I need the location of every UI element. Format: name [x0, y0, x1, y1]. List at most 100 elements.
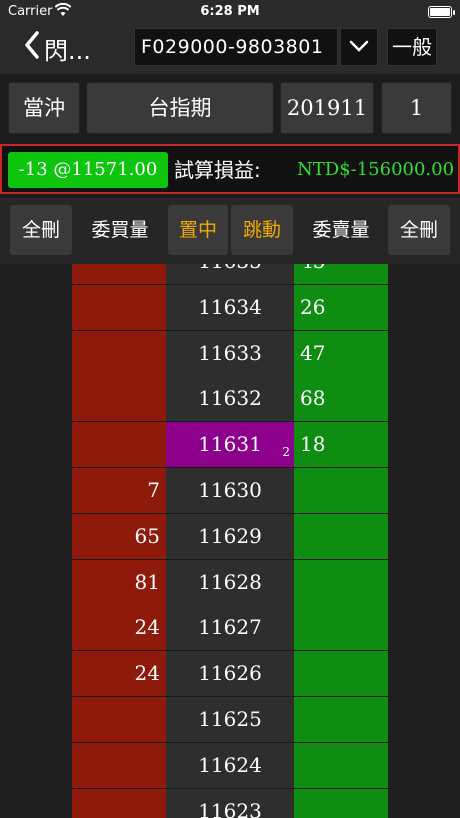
bid-order-cell[interactable] [0, 559, 72, 605]
price-cell: 11631 2 [166, 422, 294, 468]
ask-qty-cell[interactable] [294, 697, 388, 742]
price-cell: 11632 [166, 376, 294, 422]
bid-order-cell[interactable] [0, 605, 72, 651]
ask-order-cell[interactable] [388, 284, 460, 330]
bid-order-cell[interactable] [0, 264, 72, 284]
bid-order-cell[interactable] [0, 422, 72, 468]
ladder-row: 65 11629 [0, 513, 460, 559]
ask-qty-cell[interactable] [294, 468, 388, 513]
ask-order-cell[interactable] [388, 376, 460, 422]
price-cell: 11623 [166, 788, 294, 818]
ask-qty-cell[interactable] [294, 605, 388, 651]
price-cell: 11624 [166, 742, 294, 788]
general-mode-button[interactable]: 一般 [387, 28, 437, 66]
position-summary[interactable]: -13 @11571.00 [8, 152, 168, 188]
center-button[interactable]: 置中 [168, 205, 228, 255]
delete-all-asks-button[interactable]: 全刪 [388, 205, 450, 255]
ask-order-cell[interactable] [388, 651, 460, 697]
back-button[interactable]: 閃... [24, 31, 91, 65]
ladder-row: 11631 2 18 [0, 422, 460, 468]
bid-qty-cell[interactable] [72, 788, 166, 818]
bid-qty-header: 委買量 [91, 219, 149, 241]
ask-qty-cell[interactable]: 68 [294, 376, 388, 422]
ladder-row: 7 11630 [0, 468, 460, 513]
ladder-row: 81 11628 [0, 559, 460, 605]
status-bar: Carrier 6:28 PM [0, 0, 460, 24]
ask-qty-cell[interactable] [294, 559, 388, 605]
ask-qty-cell[interactable] [294, 651, 388, 697]
ask-order-cell[interactable] [388, 513, 460, 559]
product-selector[interactable]: 台指期 [86, 82, 274, 134]
ask-order-cell[interactable] [388, 697, 460, 742]
bid-qty-cell[interactable] [72, 697, 166, 742]
pl-label: 試算損益: [174, 158, 261, 182]
chevron-left-icon [24, 31, 44, 65]
bid-qty-cell[interactable] [72, 264, 166, 284]
ask-qty-cell[interactable]: 26 [294, 284, 388, 330]
contract-month-selector[interactable]: 201911 [280, 82, 374, 134]
ladder-row: 11625 [0, 697, 460, 742]
bid-qty-cell[interactable] [72, 376, 166, 422]
ask-qty-cell[interactable]: 47 [294, 330, 388, 376]
price-cell: 11630 [166, 468, 294, 513]
price-cell: 11626 [166, 651, 294, 697]
bid-qty-cell[interactable]: 7 [72, 468, 166, 513]
bid-qty-cell[interactable] [72, 422, 166, 468]
ladder-row: 24 11627 [0, 605, 460, 651]
bid-order-cell[interactable] [0, 788, 72, 818]
clock: 6:28 PM [200, 4, 260, 19]
ask-qty-cell[interactable]: 45 [294, 264, 388, 284]
bid-qty-cell[interactable]: 81 [72, 559, 166, 605]
day-trade-button[interactable]: 當沖 [8, 82, 80, 134]
ask-order-cell[interactable] [388, 330, 460, 376]
ladder-row: 11633 47 [0, 330, 460, 376]
ask-qty-cell[interactable] [294, 742, 388, 788]
pl-value: NTD$-156000.00 [297, 159, 455, 180]
bid-qty-cell[interactable]: 65 [72, 513, 166, 559]
ask-qty-cell[interactable]: 18 [294, 422, 388, 468]
price-cell: 11627 [166, 605, 294, 651]
ask-order-cell[interactable] [388, 742, 460, 788]
ladder-row: 11634 26 [0, 284, 460, 330]
ask-order-cell[interactable] [388, 264, 460, 284]
bid-order-cell[interactable] [0, 513, 72, 559]
battery-icon [428, 6, 455, 18]
price-ladder: 1163545116342611633471163268116312187116… [0, 264, 460, 818]
ask-order-cell[interactable] [388, 605, 460, 651]
nav-bar: 閃... F029000-9803801 一般 [0, 24, 460, 74]
ladder-row: 1163545 [0, 264, 460, 284]
ask-order-cell[interactable] [388, 559, 460, 605]
ask-qty-cell[interactable] [294, 788, 388, 818]
ladder-header: 全刪 委買量 置中 跳動 委賣量 全刪 [0, 198, 460, 264]
account-dropdown-button[interactable] [340, 28, 378, 66]
price-cell: 11634 [166, 284, 294, 330]
ask-qty-header: 委賣量 [312, 219, 370, 241]
bid-order-cell[interactable] [0, 697, 72, 742]
ladder-row: 11624 [0, 742, 460, 788]
chevron-down-icon [349, 38, 369, 57]
bid-qty-cell[interactable]: 24 [72, 605, 166, 651]
ladder-row: 24 11626 [0, 651, 460, 697]
ask-order-cell[interactable] [388, 422, 460, 468]
bid-qty-cell[interactable] [72, 742, 166, 788]
bid-qty-cell[interactable] [72, 330, 166, 376]
ask-qty-cell[interactable] [294, 513, 388, 559]
ladder-row: 11632 68 [0, 376, 460, 422]
bid-qty-cell[interactable] [72, 284, 166, 330]
ask-order-cell[interactable] [388, 788, 460, 818]
bid-order-cell[interactable] [0, 742, 72, 788]
bid-qty-cell[interactable]: 24 [72, 651, 166, 697]
delete-all-bids-button[interactable]: 全刪 [10, 205, 72, 255]
position-bar: -13 @11571.00 試算損益: NTD$-156000.00 [0, 144, 460, 194]
price-cell: 11629 [166, 513, 294, 559]
bid-order-cell[interactable] [0, 330, 72, 376]
jump-button[interactable]: 跳動 [231, 205, 293, 255]
quantity-selector[interactable]: 1 [381, 82, 452, 134]
bid-order-cell[interactable] [0, 376, 72, 422]
account-selector[interactable]: F029000-9803801 [134, 28, 338, 66]
bid-order-cell[interactable] [0, 284, 72, 330]
ask-order-cell[interactable] [388, 468, 460, 513]
bid-order-cell[interactable] [0, 468, 72, 513]
ladder-row: 11623 [0, 788, 460, 818]
bid-order-cell[interactable] [0, 651, 72, 697]
